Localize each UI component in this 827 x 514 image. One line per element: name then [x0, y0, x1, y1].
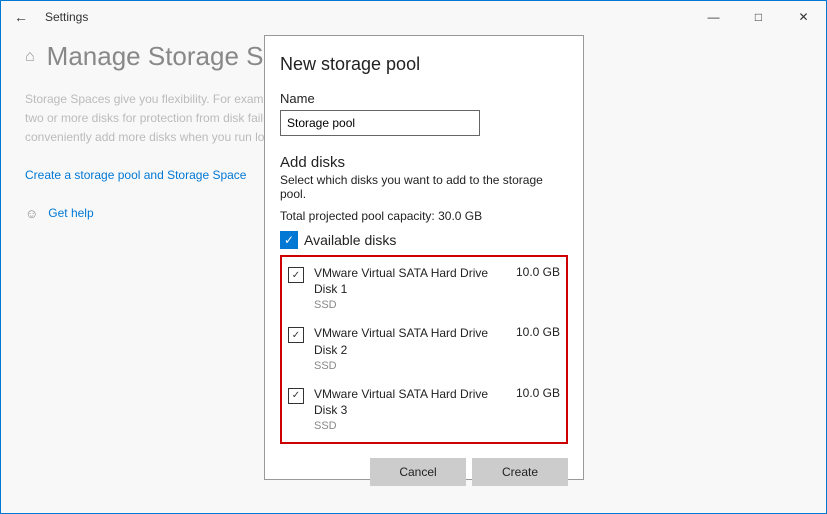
dialog-buttons: Cancel Create — [280, 458, 568, 486]
maximize-button[interactable]: □ — [736, 1, 781, 33]
title-bar: ← Settings — □ ✕ — [1, 1, 826, 33]
disk-size: 10.0 GB — [516, 265, 560, 279]
available-disks-label: Available disks — [304, 232, 396, 248]
disk-checkbox[interactable]: ✓ — [288, 267, 304, 283]
disk-type: SSD — [314, 360, 506, 372]
new-storage-pool-dialog: New storage pool Name Add disks Select w… — [264, 35, 584, 480]
name-label: Name — [280, 91, 568, 106]
disk-row: ✓ VMware Virtual SATA Hard Drive Disk 1 … — [288, 265, 560, 311]
add-disks-heading: Add disks — [280, 154, 568, 171]
disk-list-highlight: ✓ VMware Virtual SATA Hard Drive Disk 1 … — [280, 255, 568, 444]
window-title: Settings — [45, 10, 88, 24]
close-button[interactable]: ✕ — [781, 1, 826, 33]
pool-name-input[interactable] — [280, 110, 480, 136]
help-link[interactable]: Get help — [48, 206, 93, 220]
disk-info: VMware Virtual SATA Hard Drive Disk 3 SS… — [314, 386, 506, 432]
disk-info: VMware Virtual SATA Hard Drive Disk 1 SS… — [314, 265, 506, 311]
disk-row: ✓ VMware Virtual SATA Hard Drive Disk 2 … — [288, 325, 560, 371]
minimize-button[interactable]: — — [691, 1, 736, 33]
disk-name: VMware Virtual SATA Hard Drive Disk 1 — [314, 265, 506, 297]
dialog-title: New storage pool — [280, 54, 568, 75]
cancel-button[interactable]: Cancel — [370, 458, 466, 486]
total-capacity: Total projected pool capacity: 30.0 GB — [280, 209, 568, 223]
back-button[interactable]: ← — [1, 9, 41, 25]
help-icon: ☺ — [25, 206, 38, 221]
window-controls: — □ ✕ — [691, 1, 826, 33]
disk-name: VMware Virtual SATA Hard Drive Disk 3 — [314, 386, 506, 418]
disk-type: SSD — [314, 299, 506, 311]
disk-name: VMware Virtual SATA Hard Drive Disk 2 — [314, 325, 506, 357]
add-disks-description: Select which disks you want to add to th… — [280, 173, 568, 201]
disk-size: 10.0 GB — [516, 325, 560, 339]
disk-type: SSD — [314, 420, 506, 432]
disk-size: 10.0 GB — [516, 386, 560, 400]
create-button[interactable]: Create — [472, 458, 568, 486]
available-disks-row: ✓ Available disks — [280, 231, 568, 249]
home-icon[interactable]: ⌂ — [25, 48, 35, 66]
disk-checkbox[interactable]: ✓ — [288, 388, 304, 404]
page-title: Manage Storage Spa — [47, 41, 293, 72]
disk-info: VMware Virtual SATA Hard Drive Disk 2 SS… — [314, 325, 506, 371]
disk-checkbox[interactable]: ✓ — [288, 327, 304, 343]
disk-row: ✓ VMware Virtual SATA Hard Drive Disk 3 … — [288, 386, 560, 432]
available-disks-checkbox[interactable]: ✓ — [280, 231, 298, 249]
